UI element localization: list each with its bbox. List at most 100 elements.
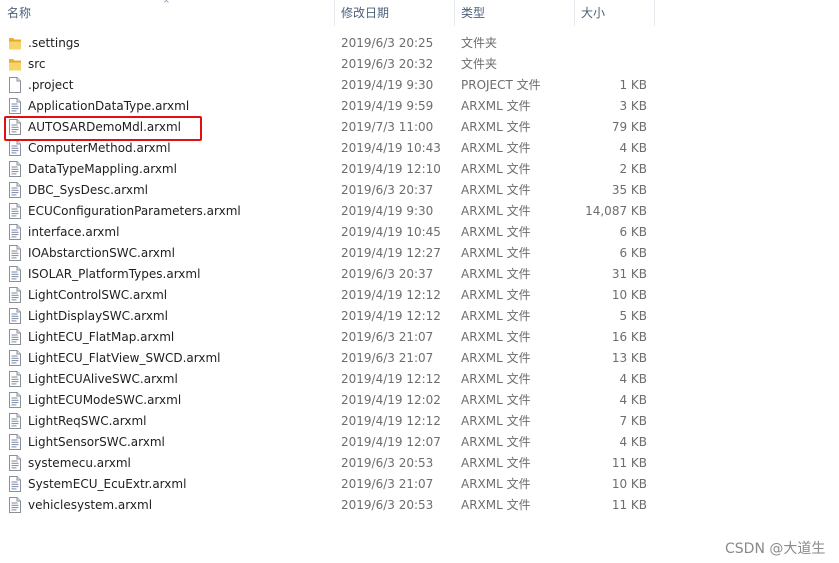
file-date: 2019/4/19 10:45	[341, 225, 441, 239]
file-type: ARXML 文件	[461, 498, 531, 512]
document-file-icon	[8, 413, 22, 429]
file-name: .settings	[28, 36, 80, 50]
file-row[interactable]: interface.arxml 2019/4/19 10:45 ARXML 文件 6 …	[0, 222, 655, 243]
file-date: 2019/6/3 21:07	[341, 477, 434, 491]
document-file-icon	[8, 497, 22, 513]
file-date: 2019/4/19 12:12	[341, 309, 441, 323]
file-row[interactable]: .project 2019/4/19 9:30 PROJECT 文件 1 KB	[0, 75, 655, 96]
document-file-icon	[8, 329, 22, 345]
file-size: 11 KB	[611, 456, 647, 470]
document-file-icon	[8, 434, 22, 450]
file-type: ARXML 文件	[461, 330, 531, 344]
file-row[interactable]: LightReqSWC.arxml 2019/4/19 12:12 ARXML 文件…	[0, 411, 655, 432]
file-row[interactable]: ComputerMethod.arxml 2019/4/19 10:43 ARXML…	[0, 138, 655, 159]
file-size: 6 KB	[619, 225, 647, 239]
column-header-size[interactable]: 大小	[574, 0, 654, 26]
file-type: ARXML 文件	[461, 351, 531, 365]
file-row[interactable]: LightECU_FlatMap.arxml 2019/6/3 21:07 ARXM…	[0, 327, 655, 348]
file-size: 3 KB	[619, 99, 647, 113]
file-type: 文件夹	[461, 36, 498, 50]
file-type: ARXML 文件	[461, 141, 531, 155]
column-header-date[interactable]: 修改日期	[334, 0, 454, 26]
file-row[interactable]: vehiclesystem.arxml 2019/6/3 20:53 ARXML 文…	[0, 495, 655, 516]
file-row[interactable]: LightECU_FlatView_SWCD.arxml 2019/6/3 21:…	[0, 348, 655, 369]
file-date: 2019/6/3 20:53	[341, 456, 434, 470]
file-name: LightDisplaySWC.arxml	[28, 309, 168, 323]
file-row[interactable]: systemecu.arxml 2019/6/3 20:53 ARXML 文件 11 …	[0, 453, 655, 474]
file-type: ARXML 文件	[461, 120, 531, 134]
file-size: 10 KB	[611, 477, 647, 491]
file-name: ISOLAR_PlatformTypes.arxml	[28, 267, 201, 281]
file-date: 2019/4/19 12:12	[341, 414, 441, 428]
file-date: 2019/4/19 12:10	[341, 162, 441, 176]
file-name: interface.arxml	[28, 225, 120, 239]
file-size: 4 KB	[619, 435, 647, 449]
file-date: 2019/4/19 12:27	[341, 246, 441, 260]
file-name: LightECU_FlatView_SWCD.arxml	[28, 351, 221, 365]
file-type: ARXML 文件	[461, 477, 531, 491]
file-size: 14,087 KB	[585, 204, 647, 218]
file-date: 2019/4/19 9:59	[341, 99, 434, 113]
file-size: 79 KB	[611, 120, 647, 134]
blank-file-icon	[8, 77, 22, 93]
document-file-icon	[8, 245, 22, 261]
document-file-icon	[8, 392, 22, 408]
document-file-icon	[8, 161, 22, 177]
file-date: 2019/6/3 20:37	[341, 183, 434, 197]
file-row[interactable]: DBC_SysDesc.arxml 2019/6/3 20:37 ARXML 文件 3…	[0, 180, 655, 201]
file-type: ARXML 文件	[461, 183, 531, 197]
file-row[interactable]: IOAbstarctionSWC.arxml 2019/4/19 12:27 ARX…	[0, 243, 655, 264]
folder-icon	[8, 35, 22, 51]
file-row[interactable]: ECUConfigurationParameters.arxml 2019/4/1…	[0, 201, 655, 222]
file-size: 31 KB	[611, 267, 647, 281]
file-size: 6 KB	[619, 246, 647, 260]
column-header-bar: 名称 ^ 修改日期 类型 大小	[0, 0, 655, 26]
file-name: .project	[28, 78, 74, 92]
file-type: 文件夹	[461, 57, 498, 71]
file-type: ARXML 文件	[461, 99, 531, 113]
file-date: 2019/6/3 20:32	[341, 57, 434, 71]
file-name: vehiclesystem.arxml	[28, 498, 153, 512]
file-size: 5 KB	[619, 309, 647, 323]
file-row[interactable]: src 2019/6/3 20:32 文件夹	[0, 54, 655, 75]
document-file-icon	[8, 371, 22, 387]
file-size: 11 KB	[611, 498, 647, 512]
file-size: 4 KB	[619, 372, 647, 386]
file-name: ComputerMethod.arxml	[28, 141, 171, 155]
file-row[interactable]: SystemECU_EcuExtr.arxml 2019/6/3 21:07 ARX…	[0, 474, 655, 495]
file-row[interactable]: DataTypeMappling.arxml 2019/4/19 12:10 ARX…	[0, 159, 655, 180]
file-row[interactable]: ISOLAR_PlatformTypes.arxml 2019/6/3 20:37…	[0, 264, 655, 285]
file-row[interactable]: LightECUModeSWC.arxml 2019/4/19 12:02 ARXM…	[0, 390, 655, 411]
document-file-icon	[8, 140, 22, 156]
document-file-icon	[8, 287, 22, 303]
file-type: ARXML 文件	[461, 246, 531, 260]
file-row[interactable]: LightECUAliveSWC.arxml 2019/4/19 12:12 ARX…	[0, 369, 655, 390]
file-name: LightECUAliveSWC.arxml	[28, 372, 178, 386]
document-file-icon	[8, 350, 22, 366]
file-date: 2019/6/3 20:53	[341, 498, 434, 512]
file-row[interactable]: LightDisplaySWC.arxml 2019/4/19 12:12 ARXM…	[0, 306, 655, 327]
column-divider[interactable]	[654, 0, 655, 26]
file-name: LightControlSWC.arxml	[28, 288, 168, 302]
file-date: 2019/4/19 12:12	[341, 372, 441, 386]
file-date: 2019/4/19 9:30	[341, 204, 434, 218]
file-size: 1 KB	[619, 78, 647, 92]
file-row[interactable]: LightSensorSWC.arxml 2019/4/19 12:07 ARXML…	[0, 432, 655, 453]
file-row[interactable]: .settings 2019/6/3 20:25 文件夹	[0, 33, 655, 54]
document-file-icon	[8, 308, 22, 324]
document-file-icon	[8, 98, 22, 114]
document-file-icon	[8, 266, 22, 282]
file-size: 2 KB	[619, 162, 647, 176]
file-row[interactable]: ApplicationDataType.arxml 2019/4/19 9:59 A…	[0, 96, 655, 117]
file-date: 2019/4/19 9:30	[341, 78, 434, 92]
file-date: 2019/6/3 20:25	[341, 36, 434, 50]
file-date: 2019/4/19 12:07	[341, 435, 441, 449]
file-type: ARXML 文件	[461, 162, 531, 176]
file-name: DataTypeMappling.arxml	[28, 162, 177, 176]
file-row[interactable]: LightControlSWC.arxml 2019/4/19 12:12 ARXM…	[0, 285, 655, 306]
column-header-type[interactable]: 类型	[454, 0, 574, 26]
file-size: 35 KB	[611, 183, 647, 197]
file-size: 10 KB	[611, 288, 647, 302]
watermark: CSDN @大道生	[725, 541, 826, 557]
file-size: 16 KB	[611, 330, 647, 344]
